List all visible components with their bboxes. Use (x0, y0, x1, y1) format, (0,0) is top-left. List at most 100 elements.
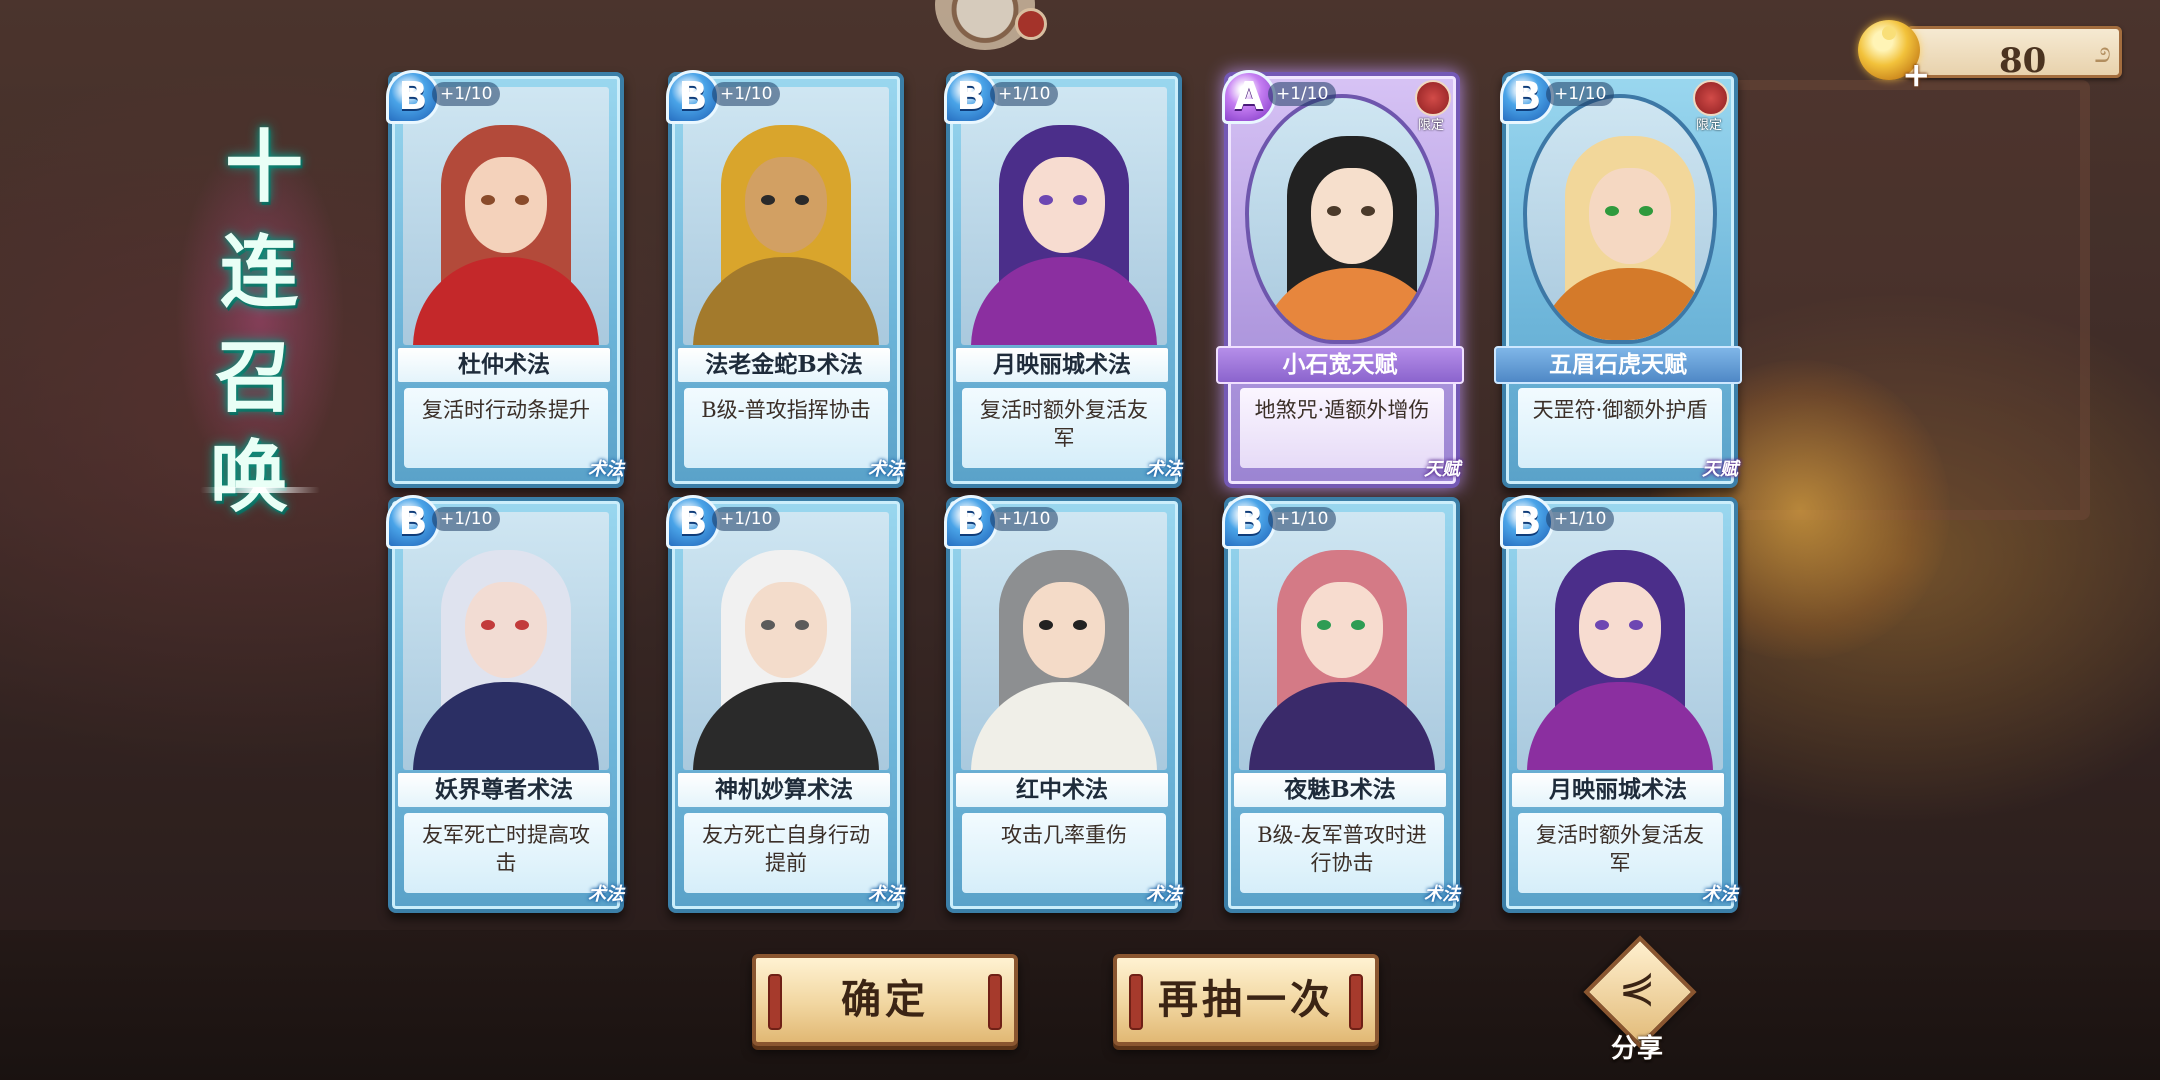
card-type-stamp: 术法 (588, 459, 624, 480)
portrait-eye (481, 195, 495, 205)
card-description: 天罡符·御额外护盾 (1518, 388, 1722, 468)
summon-title: 十 连 召 唤 (165, 95, 345, 523)
limited-label: 限定 (1695, 118, 1722, 133)
card-type-stamp: 天赋 (1424, 459, 1460, 480)
portrait-face (1023, 157, 1105, 253)
summon-card[interactable]: B +1/10 神机妙算术法 友方死亡自身行动提前 术法 (666, 495, 904, 913)
card-name: 法老金蛇B术法 (676, 346, 892, 384)
character-portrait (961, 87, 1167, 345)
character-portrait (1517, 512, 1723, 770)
portrait-eye (1317, 620, 1331, 630)
portrait-face (1301, 582, 1383, 678)
draw-again-button[interactable]: 再抽一次 (1113, 954, 1379, 1046)
summon-card[interactable]: B +1/10 限定 五眉石虎天赋 天罡符·御额外护盾 天赋 (1494, 70, 1742, 488)
swirl-icon: ೨ (2094, 35, 2111, 70)
card-type-stamp: 术法 (1146, 884, 1182, 905)
portrait-eye (1073, 195, 1087, 205)
fragment-count: +1/10 (432, 507, 501, 531)
limited-icon (1693, 80, 1729, 116)
summon-card[interactable]: B +1/10 妖界尊者术法 友军死亡时提高攻击 术法 (386, 495, 624, 913)
portrait-face (745, 157, 827, 253)
share-button[interactable]: ⋞ 分享 (1582, 935, 1697, 1064)
card-name: 月映丽城术法 (954, 346, 1170, 384)
portrait-face (465, 582, 547, 678)
portrait-eye (1073, 620, 1087, 630)
card-name: 杜仲术法 (396, 346, 612, 384)
character-portrait (403, 87, 609, 345)
fragment-count: +1/10 (1268, 82, 1337, 106)
card-name: 五眉石虎天赋 (1494, 346, 1742, 384)
portrait-eye (761, 620, 775, 630)
summon-card[interactable]: A +1/10 限定 小石宽天赋 地煞咒·遁额外增伤 天赋 (1216, 70, 1464, 488)
portrait-eye (481, 620, 495, 630)
card-name: 妖界尊者术法 (396, 771, 612, 809)
summon-card[interactable]: B +1/10 法老金蛇B术法 B级-普攻指挥协击 术法 (666, 70, 904, 488)
portrait-face (1311, 168, 1393, 264)
fragment-count: +1/10 (1268, 507, 1337, 531)
card-description: 地煞咒·遁额外增伤 (1240, 388, 1444, 468)
fragment-count: +1/10 (990, 507, 1059, 531)
title-char: 召 (215, 332, 294, 423)
currency-display[interactable]: 80 ೨ + (1858, 20, 2126, 92)
currency-value: 80 (1999, 41, 2047, 81)
portrait-eye (1327, 206, 1341, 216)
limited-label: 限定 (1417, 118, 1444, 133)
portrait-eye (1039, 195, 1053, 205)
card-type-stamp: 术法 (588, 884, 624, 905)
fragment-count: +1/10 (1546, 507, 1615, 531)
fragment-count: +1/10 (1546, 82, 1615, 106)
card-name: 月映丽城术法 (1510, 771, 1726, 809)
portrait-eye (795, 195, 809, 205)
card-type-stamp: 术法 (1702, 884, 1738, 905)
portrait-eye (1639, 206, 1653, 216)
card-name: 神机妙算术法 (676, 771, 892, 809)
card-type-stamp: 术法 (1424, 884, 1460, 905)
card-description: 攻击几率重伤 (962, 813, 1166, 893)
card-type-stamp: 术法 (868, 884, 904, 905)
portrait-eye (1605, 206, 1619, 216)
title-char: 十 (225, 122, 304, 213)
title-char: 连 (220, 227, 299, 318)
card-description: 复活时额外复活友军 (1518, 813, 1722, 893)
portrait-face (1579, 582, 1661, 678)
portrait-face (465, 157, 547, 253)
fragment-count: +1/10 (712, 82, 781, 106)
portrait-eye (1039, 620, 1053, 630)
portrait-eye (1595, 620, 1609, 630)
portrait-face (1589, 168, 1671, 264)
portrait-face (745, 582, 827, 678)
portrait-eye (1351, 620, 1365, 630)
character-portrait (961, 512, 1167, 770)
summon-card[interactable]: B +1/10 夜魅B术法 B级-友军普攻时进行协击 术法 (1222, 495, 1460, 913)
portrait-eye (515, 620, 529, 630)
card-description: B级-友军普攻时进行协击 (1240, 813, 1444, 893)
card-type-stamp: 术法 (868, 459, 904, 480)
summon-card[interactable]: B +1/10 月映丽城术法 复活时额外复活友军 术法 (1500, 495, 1738, 913)
fragment-count: +1/10 (432, 82, 501, 106)
summon-card[interactable]: B +1/10 红中术法 攻击几率重伤 术法 (944, 495, 1182, 913)
card-description: 复活时行动条提升 (404, 388, 608, 468)
summon-card[interactable]: B +1/10 月映丽城术法 复活时额外复活友军 术法 (944, 70, 1182, 488)
card-description: 友军死亡时提高攻击 (404, 813, 608, 893)
fragment-count: +1/10 (712, 507, 781, 531)
portrait-eye (1629, 620, 1643, 630)
card-description: B级-普攻指挥协击 (684, 388, 888, 468)
portrait-eye (761, 195, 775, 205)
title-underline (200, 487, 320, 493)
portrait-eye (515, 195, 529, 205)
limited-badge: 限定 (1410, 80, 1452, 133)
card-type-stamp: 天赋 (1702, 459, 1738, 480)
limited-icon (1415, 80, 1451, 116)
portrait-eye (1361, 206, 1375, 216)
card-type-stamp: 术法 (1146, 459, 1182, 480)
currency-bar: 80 ೨ (1906, 26, 2122, 81)
summon-card[interactable]: B +1/10 杜仲术法 复活时行动条提升 术法 (386, 70, 624, 488)
character-portrait (683, 87, 889, 345)
card-name: 夜魅B术法 (1232, 771, 1448, 809)
background-floor (0, 930, 2160, 1080)
confirm-button[interactable]: 确定 (752, 954, 1018, 1046)
character-portrait (683, 512, 889, 770)
add-currency-icon[interactable]: + (1902, 58, 1931, 92)
fragment-count: +1/10 (990, 82, 1059, 106)
limited-badge: 限定 (1688, 80, 1730, 133)
